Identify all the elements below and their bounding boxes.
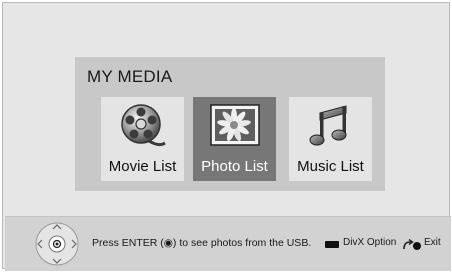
tv-screen: MY MEDIA Movie List Photo List Music Lis… xyxy=(2,2,451,271)
photo-list-label: Photo List xyxy=(201,158,268,175)
photo-icon xyxy=(209,104,260,151)
exit-label[interactable]: Exit xyxy=(424,237,441,248)
movie-list-tile[interactable]: Movie List xyxy=(101,97,184,181)
navigation-pad-icon xyxy=(33,220,81,273)
blue-key-icon xyxy=(325,241,339,248)
exit-icon xyxy=(402,238,422,256)
divx-option-label[interactable]: DivX Option xyxy=(343,237,396,248)
help-hint-text: Press ENTER (◉) to see photos from the U… xyxy=(92,237,312,249)
photo-list-tile[interactable]: Photo List xyxy=(193,97,276,181)
movie-list-label: Movie List xyxy=(108,158,177,175)
panel-title: MY MEDIA xyxy=(87,67,173,86)
my-media-panel: MY MEDIA Movie List Photo List Music Lis… xyxy=(75,57,385,191)
film-reel-icon xyxy=(119,103,167,154)
music-list-tile[interactable]: Music List xyxy=(289,97,372,181)
music-list-label: Music List xyxy=(297,158,364,175)
music-note-icon xyxy=(308,103,354,154)
help-bar: Press ENTER (◉) to see photos from the U… xyxy=(5,216,451,271)
